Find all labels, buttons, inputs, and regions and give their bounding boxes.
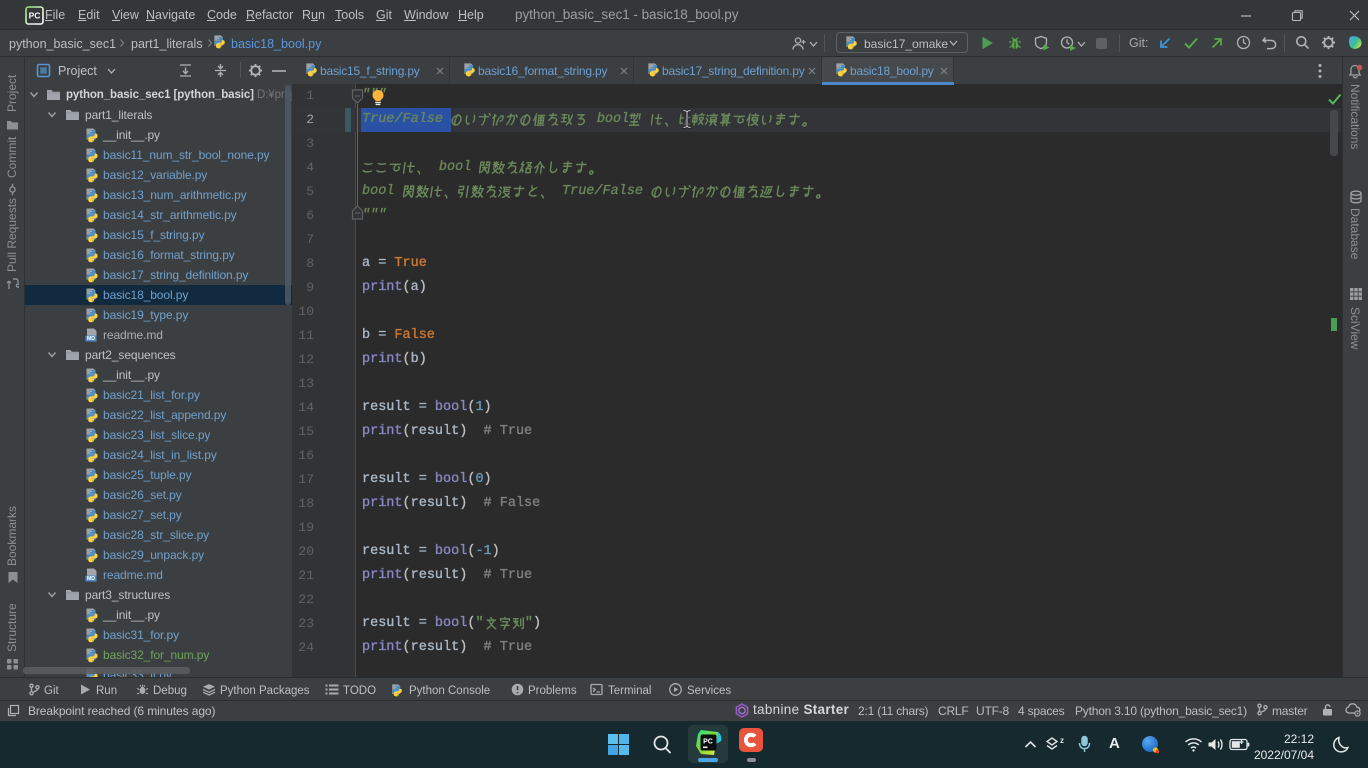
svg-text:PC: PC [703,739,713,746]
svg-text:MD: MD [87,576,95,582]
svg-text:PC: PC [29,11,41,21]
svg-text:MD: MD [87,336,95,342]
svg-text:z: z [1060,736,1064,745]
